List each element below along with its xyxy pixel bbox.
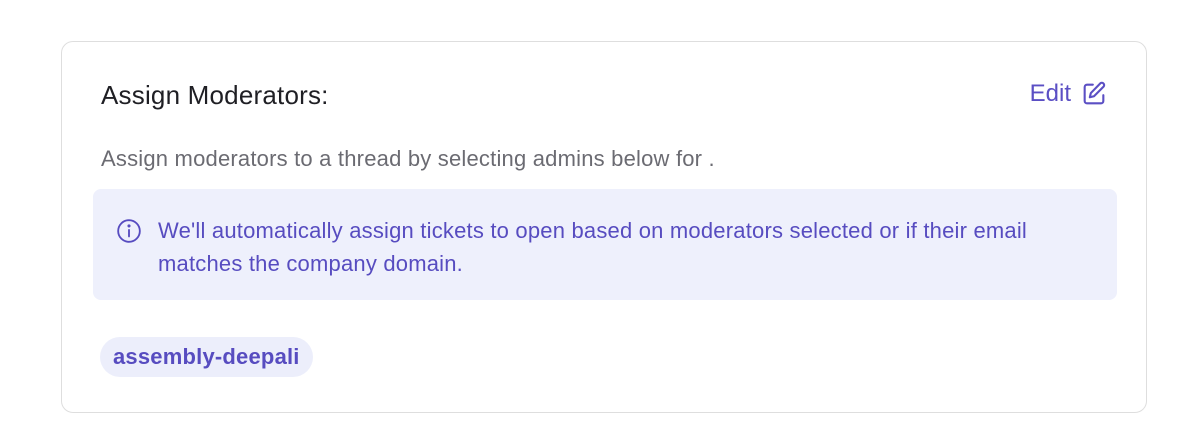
assign-moderators-card: Assign Moderators: Edit Assign moderator…: [61, 41, 1147, 413]
edit-label: Edit: [1029, 80, 1071, 107]
edit-icon: [1080, 80, 1108, 108]
info-message: We'll automatically assign tickets to op…: [158, 218, 1028, 276]
section-description: Assign moderators to a thread by selecti…: [101, 146, 715, 171]
info-icon: [116, 218, 142, 249]
info-banner: We'll automatically assign tickets to op…: [93, 189, 1117, 300]
moderator-chip[interactable]: assembly-deepali: [100, 337, 313, 377]
section-title: Assign Moderators:: [101, 80, 329, 110]
edit-button[interactable]: Edit: [1030, 80, 1108, 108]
